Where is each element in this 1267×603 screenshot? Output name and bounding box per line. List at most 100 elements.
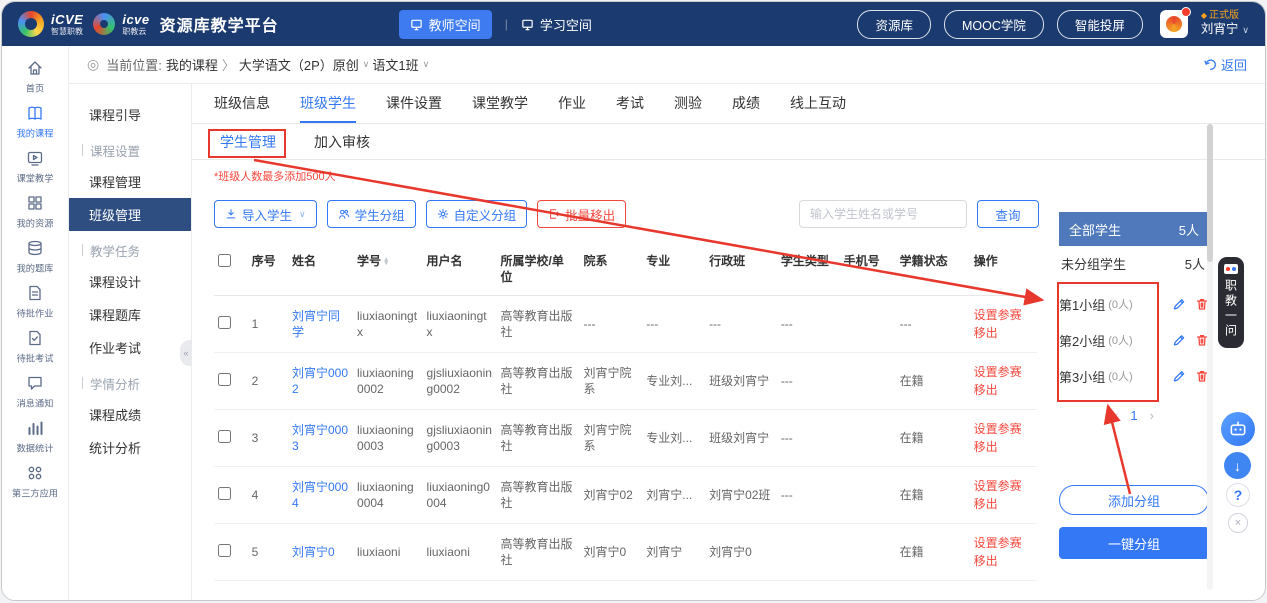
remove-student-link[interactable]: 移出: [974, 495, 1033, 513]
student-grouping-button[interactable]: 学生分组: [327, 200, 416, 228]
sidebar-item-statistics[interactable]: 数据统计: [2, 414, 68, 459]
one-click-group-button[interactable]: 一键分组: [1059, 527, 1209, 559]
sidebar-collapse-handle[interactable]: «: [180, 340, 192, 366]
menu-section-course-settings: 课程设置: [69, 135, 191, 165]
menu-item-course-question-bank[interactable]: 课程题库: [69, 298, 191, 331]
ungrouped-students-row[interactable]: 未分组学生 5人: [1059, 246, 1209, 280]
mooc-academy-button[interactable]: MOOC学院: [944, 10, 1044, 39]
import-students-button[interactable]: 导入学生 ∨: [214, 200, 317, 228]
edit-group-icon[interactable]: [1172, 333, 1186, 347]
scrollbar-thumb[interactable]: [1207, 124, 1213, 262]
chevron-down-icon[interactable]: ∨: [363, 59, 370, 70]
prev-page-button[interactable]: ‹: [1114, 408, 1118, 423]
tab-grades[interactable]: 成绩: [732, 84, 760, 123]
page-title: 资源库教学平台: [160, 12, 279, 36]
student-name-link[interactable]: 刘宵宁同学: [292, 309, 340, 339]
sidebar-item-pending-homework[interactable]: 待批作业: [2, 279, 68, 324]
row-checkbox[interactable]: [218, 316, 231, 329]
row-checkbox[interactable]: [218, 430, 231, 443]
tab-homework[interactable]: 作业: [558, 84, 586, 123]
classroom-icon: [26, 149, 44, 167]
tab-class-students[interactable]: 班级学生: [300, 84, 356, 123]
remove-student-link[interactable]: 移出: [974, 324, 1033, 342]
select-all-checkbox[interactable]: [218, 254, 231, 267]
batch-remove-button[interactable]: 批量移出: [537, 200, 626, 228]
sidebar-item-home[interactable]: 首页: [2, 54, 68, 99]
vertical-scrollbar[interactable]: [1207, 124, 1213, 590]
sidebar-item-third-party-apps[interactable]: 第三方应用: [2, 459, 68, 504]
page-number[interactable]: 1: [1130, 408, 1137, 423]
student-name-link[interactable]: 刘宵宁0002: [292, 366, 348, 396]
remove-student-link[interactable]: 移出: [974, 552, 1033, 570]
custom-grouping-button[interactable]: 自定义分组: [426, 200, 528, 228]
chevron-down-icon[interactable]: ∨: [423, 59, 430, 70]
resource-library-button[interactable]: 资源库: [857, 10, 931, 39]
subtab-join-review[interactable]: 加入审核: [308, 130, 376, 154]
menu-item-course-management[interactable]: 课程管理: [69, 165, 191, 198]
sidebar-item-my-resources[interactable]: 我的资源: [2, 189, 68, 234]
remove-student-link[interactable]: 移出: [974, 381, 1033, 399]
topbar-actions: 资源库 MOOC学院 智能投屏 ◆正式版 刘宵宁∨: [857, 10, 1249, 39]
set-contest-link[interactable]: 设置参赛: [974, 363, 1033, 381]
teacher-space-button[interactable]: 教师空间: [399, 10, 492, 39]
icon-rail: 首页 我的课程 课堂教学 我的资源 我的题库 待批作业: [2, 46, 69, 601]
student-table-area: *班级人数最多添加500人 导入学生 ∨ 学生分组: [192, 160, 1047, 601]
menu-item-class-management[interactable]: 班级管理: [69, 198, 191, 231]
tab-classroom-teaching[interactable]: 课堂教学: [472, 84, 528, 123]
assistant-tab[interactable]: 职教一问: [1218, 257, 1244, 348]
tab-courseware-settings[interactable]: 课件设置: [386, 84, 442, 123]
help-button[interactable]: ?: [1226, 483, 1250, 507]
tab-exam[interactable]: 考试: [616, 84, 644, 123]
breadcrumb-my-courses[interactable]: 我的课程: [166, 55, 218, 74]
tab-class-info[interactable]: 班级信息: [214, 84, 270, 123]
notification-logo-icon[interactable]: [1160, 10, 1188, 38]
search-button[interactable]: 查询: [977, 200, 1039, 228]
sidebar-item-my-courses[interactable]: 我的课程: [2, 99, 68, 144]
student-name-link[interactable]: 刘宵宁0003: [292, 423, 348, 453]
group-list-item[interactable]: 第2小组 (0人): [1059, 322, 1209, 358]
menu-item-course-design[interactable]: 课程设计: [69, 265, 191, 298]
back-button[interactable]: 返回: [1204, 55, 1247, 74]
sidebar-item-classroom-teaching[interactable]: 课堂教学: [2, 144, 68, 189]
sidebar-item-pending-exams[interactable]: 待批考试: [2, 324, 68, 369]
next-page-button[interactable]: ›: [1150, 408, 1154, 423]
tab-online-interaction[interactable]: 线上互动: [790, 84, 846, 123]
menu-item-homework-exam[interactable]: 作业考试: [69, 331, 191, 364]
row-checkbox[interactable]: [218, 487, 231, 500]
lower-area: *班级人数最多添加500人 导入学生 ∨ 学生分组: [192, 160, 1265, 601]
user-menu[interactable]: ◆正式版 刘宵宁∨: [1201, 10, 1249, 38]
remove-student-link[interactable]: 移出: [974, 438, 1033, 456]
student-name-link[interactable]: 刘宵宁0004: [292, 480, 348, 510]
group-list-item[interactable]: 第1小组 (0人): [1059, 286, 1209, 322]
tab-quiz[interactable]: 测验: [674, 84, 702, 123]
chat-assistant-button[interactable]: [1221, 412, 1255, 446]
row-checkbox[interactable]: [218, 544, 231, 557]
learning-space-button[interactable]: 学习空间: [521, 15, 592, 34]
menu-item-course-grades[interactable]: 课程成绩: [69, 398, 191, 431]
set-contest-link[interactable]: 设置参赛: [974, 534, 1033, 552]
student-name-link[interactable]: 刘宵宁0: [292, 545, 335, 559]
set-contest-link[interactable]: 设置参赛: [974, 306, 1033, 324]
brand-primary-sub: 智慧职教: [51, 28, 83, 36]
set-contest-link[interactable]: 设置参赛: [974, 420, 1033, 438]
edit-group-icon[interactable]: [1172, 297, 1186, 311]
brand-secondary: icve 职教云: [93, 13, 149, 36]
menu-item-course-guide[interactable]: 课程引导: [69, 98, 191, 131]
smart-cast-button[interactable]: 智能投屏: [1057, 10, 1143, 39]
download-button[interactable]: ↓: [1224, 452, 1251, 479]
row-checkbox[interactable]: [218, 373, 231, 386]
edit-group-icon[interactable]: [1172, 369, 1186, 383]
sidebar-item-notifications[interactable]: 消息通知: [2, 369, 68, 414]
menu-item-statistical-analysis[interactable]: 统计分析: [69, 431, 191, 464]
add-group-button[interactable]: 添加分组: [1059, 485, 1209, 515]
close-widgets-button[interactable]: ×: [1228, 513, 1248, 533]
set-contest-link[interactable]: 设置参赛: [974, 477, 1033, 495]
breadcrumb-course[interactable]: 大学语文（2P）原创: [239, 55, 359, 74]
sidebar-item-question-bank[interactable]: 我的题库: [2, 234, 68, 279]
group-list-item[interactable]: 第3小组 (0人): [1059, 358, 1209, 394]
sort-icon[interactable]: ▲▼: [383, 258, 389, 265]
subtab-student-management[interactable]: 学生管理: [214, 130, 282, 154]
breadcrumb-class[interactable]: 语文1班: [372, 55, 418, 74]
search-input[interactable]: [799, 200, 967, 228]
all-students-header[interactable]: 全部学生 5人: [1059, 212, 1209, 246]
